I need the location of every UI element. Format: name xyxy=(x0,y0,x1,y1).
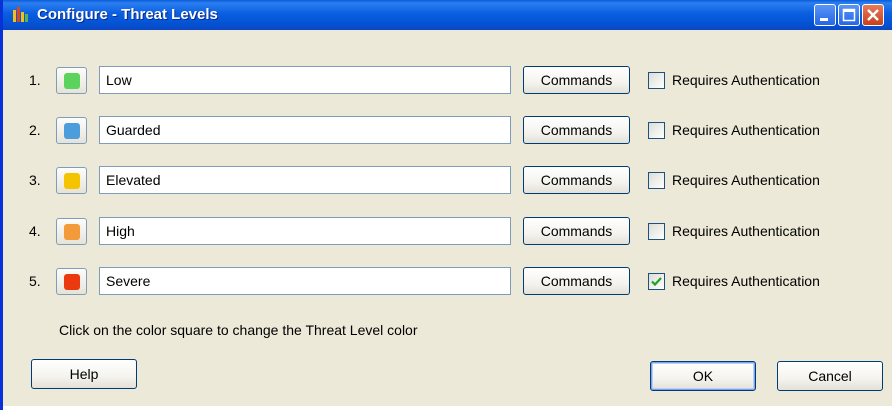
minimize-icon xyxy=(820,18,828,21)
level-name-input[interactable]: Elevated xyxy=(99,166,511,194)
requires-auth-label[interactable]: Requires Authentication xyxy=(672,122,820,138)
commands-button[interactable]: Commands xyxy=(523,267,630,295)
level-name-input[interactable]: Severe xyxy=(99,267,511,295)
close-icon xyxy=(867,9,879,21)
color-swatch-button[interactable] xyxy=(56,167,87,194)
color-swatch-button[interactable] xyxy=(56,67,87,94)
minimize-button[interactable] xyxy=(814,4,836,26)
color-swatch-button[interactable] xyxy=(56,218,87,245)
requires-auth-checkbox[interactable] xyxy=(648,273,665,290)
requires-auth-checkbox[interactable] xyxy=(648,223,665,240)
requires-auth-label[interactable]: Requires Authentication xyxy=(672,72,820,88)
commands-button[interactable]: Commands xyxy=(523,166,630,194)
level-name-input[interactable]: Guarded xyxy=(99,116,511,144)
requires-auth-label[interactable]: Requires Authentication xyxy=(672,223,820,239)
close-button[interactable] xyxy=(862,4,884,26)
level-name-input[interactable]: High xyxy=(99,217,511,245)
row-number: 2. xyxy=(29,122,41,138)
requires-auth-checkbox[interactable] xyxy=(648,122,665,139)
row-number: 5. xyxy=(29,273,41,289)
window-bottom-edge xyxy=(3,406,892,410)
requires-auth-label[interactable]: Requires Authentication xyxy=(672,273,820,289)
maximize-icon xyxy=(842,8,856,22)
cancel-button[interactable]: Cancel xyxy=(777,361,883,391)
color-fill xyxy=(64,123,80,139)
color-swatch-button[interactable] xyxy=(56,117,87,144)
level-name-input[interactable]: Low xyxy=(99,66,511,94)
commands-button[interactable]: Commands xyxy=(523,66,630,94)
requires-auth-checkbox[interactable] xyxy=(648,172,665,189)
color-swatch-button[interactable] xyxy=(56,268,87,295)
row-number: 3. xyxy=(29,172,41,188)
configure-threat-levels-dialog: Configure - Threat Levels 1. Low Command… xyxy=(0,0,892,410)
app-icon xyxy=(11,6,31,24)
row-number: 4. xyxy=(29,223,41,239)
commands-button[interactable]: Commands xyxy=(523,217,630,245)
maximize-button[interactable] xyxy=(838,4,860,26)
color-fill xyxy=(64,224,80,240)
requires-auth-label[interactable]: Requires Authentication xyxy=(672,172,820,188)
color-fill xyxy=(64,173,80,189)
commands-button[interactable]: Commands xyxy=(523,116,630,144)
color-fill xyxy=(64,73,80,89)
color-fill xyxy=(64,274,80,290)
help-button[interactable]: Help xyxy=(31,359,137,389)
requires-auth-checkbox[interactable] xyxy=(648,72,665,89)
checkmark-icon xyxy=(651,277,662,287)
window-title: Configure - Threat Levels xyxy=(37,6,218,23)
color-hint-text: Click on the color square to change the … xyxy=(59,322,418,338)
ok-button[interactable]: OK xyxy=(650,361,756,391)
row-number: 1. xyxy=(29,72,41,88)
title-bar[interactable]: Configure - Threat Levels xyxy=(3,0,892,30)
